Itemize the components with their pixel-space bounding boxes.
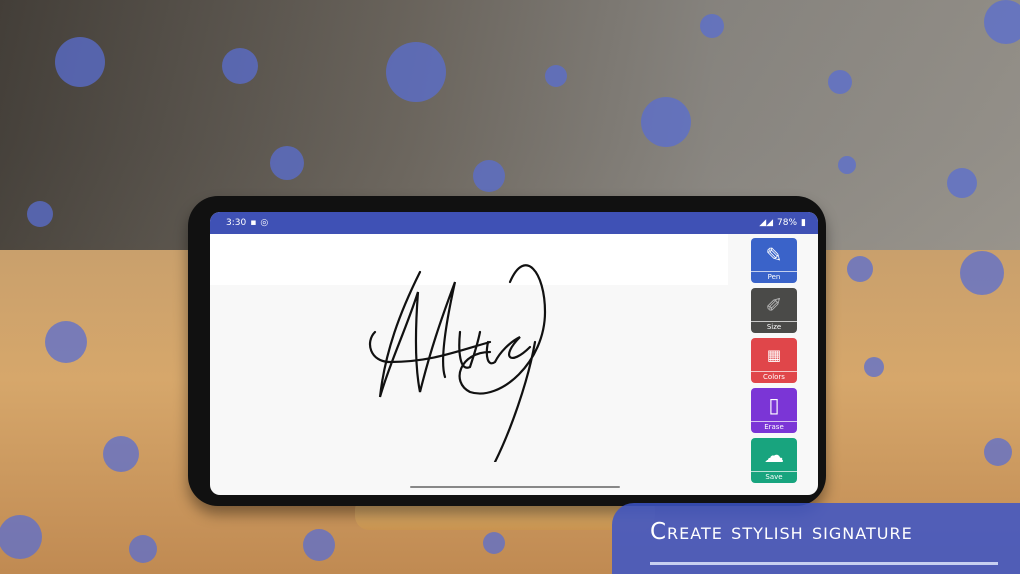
size-button[interactable]: ✐ Size (751, 288, 797, 333)
signature-drawing-canvas[interactable] (360, 252, 560, 462)
battery-level: 78% (777, 218, 798, 228)
pen-icon: ✎ (765, 242, 783, 267)
decorative-dot (641, 97, 691, 147)
decorative-dot (483, 532, 505, 554)
decorative-dot (947, 168, 977, 198)
decorative-dot (386, 42, 446, 102)
decorative-dot (828, 70, 852, 94)
decorative-dot (0, 515, 42, 559)
decorative-dot (303, 529, 335, 561)
notification-icon: ▪ (250, 218, 257, 228)
decorative-dot (847, 256, 873, 282)
battery-icon: ▮ (801, 218, 806, 228)
pen-label: Pen (751, 271, 797, 283)
palette-icon: ▦ (766, 345, 782, 364)
decorative-dot (984, 438, 1012, 466)
home-indicator (410, 486, 620, 488)
save-label: Save (751, 471, 797, 483)
tool-panel: ✎ Pen ✐ Size ▦ Colors ▯ Erase ☁ Save (751, 238, 797, 488)
decorative-dot (45, 321, 87, 363)
colors-button[interactable]: ▦ Colors (751, 338, 797, 383)
save-button[interactable]: ☁ Save (751, 438, 797, 483)
decorative-dot (103, 436, 139, 472)
banner-text: Create stylish signature (650, 519, 913, 545)
pen-button[interactable]: ✎ Pen (751, 238, 797, 283)
decorative-dot (473, 160, 505, 192)
decorative-dot (129, 535, 157, 563)
decorative-dot (864, 357, 884, 377)
signal-icon: ◢◢ (759, 218, 774, 228)
erase-button[interactable]: ▯ Erase (751, 388, 797, 433)
decorative-dot (270, 146, 304, 180)
decorative-dot (838, 156, 856, 174)
size-label: Size (751, 321, 797, 333)
decorative-dot (700, 14, 724, 38)
decorative-dot (55, 37, 105, 87)
status-time: 3:30 (226, 218, 247, 228)
erase-label: Erase (751, 421, 797, 433)
phone: 3:30 ▪ ◎ ◢◢ 78% ▮ ✎ Pen ✐ Size ▦ Colors ▯ Erase … (188, 196, 826, 506)
banner-underline (650, 562, 998, 565)
decorative-dot (960, 251, 1004, 295)
eraser-icon: ▯ (768, 392, 780, 417)
promo-banner: Create stylish signature (612, 503, 1020, 574)
status-bar: 3:30 ▪ ◎ ◢◢ 78% ▮ (210, 212, 818, 234)
decorative-dot (222, 48, 258, 84)
decorative-dot (545, 65, 567, 87)
decorative-dot (984, 0, 1020, 44)
sync-icon: ◎ (260, 218, 269, 228)
brush-size-icon: ✐ (765, 292, 783, 317)
cloud-download-icon: ☁ (764, 442, 784, 467)
phone-screen: 3:30 ▪ ◎ ◢◢ 78% ▮ ✎ Pen ✐ Size ▦ Colors ▯ Erase … (210, 212, 818, 495)
colors-label: Colors (751, 371, 797, 383)
decorative-dot (27, 201, 53, 227)
